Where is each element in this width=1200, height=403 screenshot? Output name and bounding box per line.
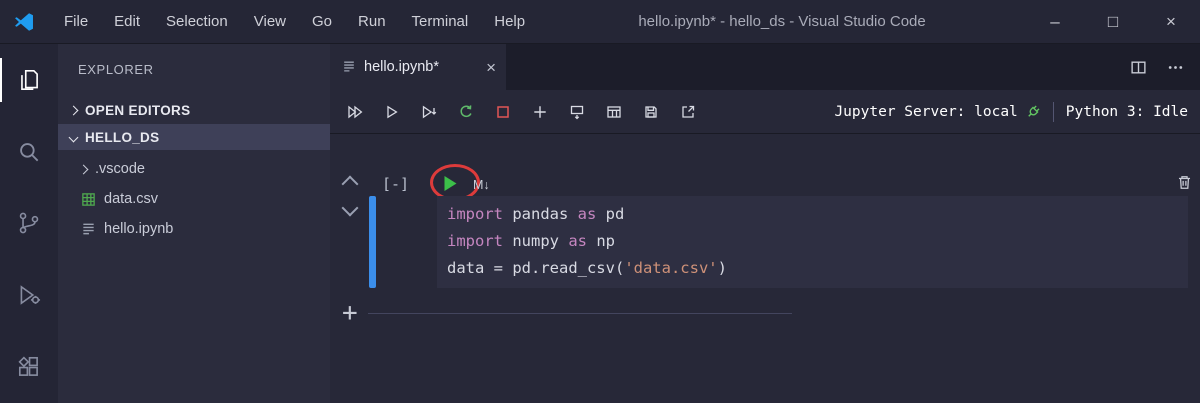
explorer-sidebar: EXPLORER OPEN EDITORS HELLO_DS .vscode d…: [58, 44, 330, 403]
add-cell-icon[interactable]: [532, 104, 548, 120]
move-cell-down-icon[interactable]: [341, 199, 359, 217]
menu-help[interactable]: Help: [481, 0, 538, 44]
workspace-label: HELLO_DS: [85, 129, 160, 145]
insert-cell-below-icon[interactable]: [569, 104, 585, 120]
tree-item-vscode-folder[interactable]: .vscode: [58, 154, 330, 184]
extensions-icon[interactable]: [0, 331, 58, 403]
variable-explorer-icon[interactable]: [606, 104, 622, 120]
save-icon[interactable]: [643, 104, 659, 120]
editor-actions: [1130, 44, 1200, 90]
cell-execution-count: [-]: [382, 175, 410, 193]
menu-file[interactable]: File: [51, 0, 101, 44]
vscode-window: File Edit Selection View Go Run Terminal…: [0, 0, 1200, 403]
menu-terminal[interactable]: Terminal: [399, 0, 482, 44]
selected-cell-indicator: [369, 196, 376, 288]
run-debug-icon[interactable]: [0, 259, 58, 331]
run-below-icon[interactable]: [421, 104, 437, 120]
source-control-icon[interactable]: [0, 188, 58, 260]
notebook-editor: [-] M↓ import pandas as pd import numpy …: [330, 134, 1200, 403]
menu-view[interactable]: View: [241, 0, 299, 44]
open-editors-label: OPEN EDITORS: [85, 102, 191, 118]
code-line: import numpy as np: [447, 232, 615, 250]
minimize-button[interactable]: –: [1026, 0, 1084, 44]
more-actions-icon[interactable]: [1167, 59, 1184, 76]
run-all-icon[interactable]: [347, 104, 363, 120]
menu-run[interactable]: Run: [345, 0, 399, 44]
chevron-down-icon: [68, 132, 79, 142]
vscode-logo-icon: [13, 11, 35, 33]
status-separator: [1052, 101, 1054, 122]
cell-code[interactable]: import pandas as pd import numpy as np dat…: [437, 196, 1188, 288]
close-button[interactable]: ×: [1142, 0, 1200, 44]
kernel-status-bar: Jupyter Server: local Python 3: Idle: [834, 101, 1200, 122]
plug-connected-icon: [1025, 104, 1041, 120]
add-cell-button[interactable]: +: [342, 298, 358, 328]
open-editors-section[interactable]: OPEN EDITORS: [58, 98, 330, 122]
menu-selection[interactable]: Selection: [153, 0, 241, 44]
interrupt-kernel-icon[interactable]: [495, 104, 511, 120]
file-label: data.csv: [104, 191, 158, 207]
file-label: hello.ipynb: [104, 221, 174, 237]
csv-table-icon: [80, 192, 96, 207]
menu-go[interactable]: Go: [299, 0, 345, 44]
window-title: hello.ipynb* - hello_ds - Visual Studio …: [638, 13, 926, 30]
tab-close-icon[interactable]: ×: [486, 59, 496, 76]
run-above-icon[interactable]: [384, 104, 400, 120]
notebook-toolbar: Jupyter Server: local Python 3: Idle: [330, 90, 1200, 134]
tab-strip: hello.ipynb* ×: [330, 44, 1200, 90]
code-line: data = pd.read_csv('data.csv'): [447, 259, 727, 277]
file-tree: .vscode data.csv hello.ipynb: [58, 150, 330, 244]
notebook-icon: [342, 60, 356, 74]
search-icon[interactable]: [0, 116, 58, 188]
tree-item-hello-ipynb[interactable]: hello.ipynb: [58, 214, 330, 244]
run-cell-icon[interactable]: [443, 175, 458, 192]
notebook-icon: [80, 222, 96, 237]
add-cell-divider: [367, 312, 792, 314]
export-icon[interactable]: [680, 104, 696, 120]
split-editor-icon[interactable]: [1130, 59, 1147, 76]
notebook-toolbar-actions: [330, 104, 696, 120]
folder-label: .vscode: [95, 161, 145, 177]
sidebar-title: EXPLORER: [78, 62, 154, 77]
code-line: import pandas as pd: [447, 205, 625, 223]
window-controls: – □ ×: [1026, 0, 1200, 44]
tab-label: hello.ipynb*: [364, 59, 439, 75]
menubar: File Edit Selection View Go Run Terminal…: [51, 0, 538, 44]
explorer-icon[interactable]: [0, 44, 58, 116]
python-kernel-status[interactable]: Python 3: Idle: [1066, 104, 1188, 120]
tab-hello-ipynb[interactable]: hello.ipynb* ×: [330, 44, 506, 90]
move-cell-up-icon[interactable]: [341, 175, 359, 193]
jupyter-server-status[interactable]: Jupyter Server: local: [834, 104, 1017, 120]
add-cell-row: +: [342, 298, 792, 328]
tree-item-data-csv[interactable]: data.csv: [58, 184, 330, 214]
restart-kernel-icon[interactable]: [458, 104, 474, 120]
menu-edit[interactable]: Edit: [101, 0, 153, 44]
workspace-section-hello-ds[interactable]: HELLO_DS: [58, 124, 330, 150]
maximize-button[interactable]: □: [1084, 0, 1142, 44]
chevron-right-icon: [78, 164, 89, 174]
editor-group: hello.ipynb* × Jupyter Server: local Pyt…: [330, 44, 1200, 403]
titlebar: File Edit Selection View Go Run Terminal…: [0, 0, 1200, 44]
markdown-toggle-button[interactable]: M↓: [473, 178, 490, 192]
trash-icon[interactable]: [1176, 174, 1193, 191]
chevron-right-icon: [68, 105, 79, 115]
activity-bar: [0, 44, 58, 403]
